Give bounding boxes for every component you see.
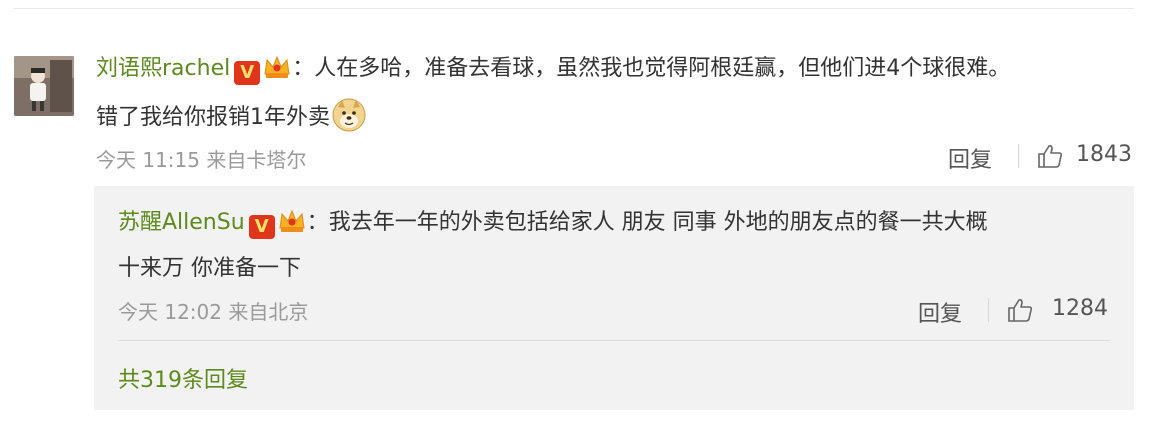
reply-header: 苏醒AllenSu V ：我去年一年的外卖包括给家人 朋友 同事 外地的朋友点的餐… [118,206,988,239]
comment-meta: 今天 11:15 来自卡塔尔 [96,144,306,173]
reply-like-icon[interactable] [1006,296,1034,324]
comment-like-icon[interactable] [1036,142,1064,170]
reply-reply-button[interactable]: 回复 [918,296,962,328]
reply-meta: 今天 12:02 来自北京 [118,296,308,325]
reply-source: 来自北京 [228,300,309,324]
comment-source: 来自卡塔尔 [206,148,307,172]
reply-username[interactable]: 苏醒AllenSu [118,210,245,235]
action-divider [988,298,989,322]
comment-like-count: 1843 [1076,142,1132,167]
comment-username[interactable]: 刘语熙rachel [96,56,230,81]
reply-body-line2: 十来万 你准备一下 [118,254,301,284]
reply-text-line1: 我去年一年的外卖包括给家人 朋友 同事 外地的朋友点的餐一共大概 [328,210,988,235]
reply-text-line2: 十来万 你准备一下 [118,256,301,281]
comment-text-line2: 错了我给你报销1年外卖 [96,105,330,130]
comment-body-line2: 错了我给你报销1年外卖 [96,98,366,133]
top-divider [14,8,1134,9]
action-divider [1018,144,1019,168]
doge-emoji-icon [332,98,366,132]
verified-v-icon: V [248,215,275,239]
view-all-replies-link[interactable]: 共319条回复 [118,362,248,394]
comment-text-line1: 人在多哈，准备去看球，虽然我也觉得阿根廷赢，但他们进4个球很难。 [314,56,1011,81]
comment-reply-button[interactable]: 回复 [948,142,992,174]
comment-time: 今天 11:15 [96,148,200,172]
reply-like-count: 1284 [1052,296,1108,321]
reply-separator: ： [306,210,329,235]
member-crown-icon [279,209,305,232]
comment-separator: ： [292,56,315,81]
avatar[interactable] [14,56,74,116]
reply-time: 今天 12:02 [118,300,222,324]
avatar-image [14,56,74,116]
verified-v-icon: V [234,61,261,85]
member-crown-icon [264,55,290,78]
reply-divider [118,340,1110,341]
comment-header: 刘语熙rachel V ：人在多哈，准备去看球，虽然我也觉得阿根廷赢，但他们进4个… [96,52,1010,85]
